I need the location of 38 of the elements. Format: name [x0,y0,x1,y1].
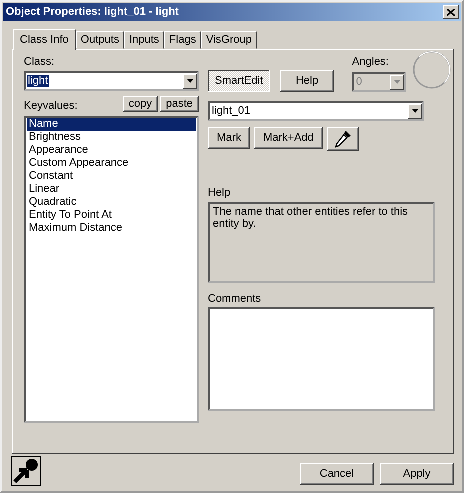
help-text: The name that other entities refer to this entity by. [208,202,435,283]
tab[interactable]: Flags [164,31,202,49]
mark-button[interactable]: Mark+Add [254,127,323,149]
list-item[interactable]: Quadratic [27,196,196,209]
class-label: Class: [24,56,56,68]
smartedit-button[interactable]: SmartEdit [208,70,270,92]
angle-dial-icon[interactable] [412,50,452,90]
list-item[interactable]: Entity To Point At [27,209,196,222]
help-button[interactable]: Help [280,70,334,92]
eyedropper-icon [332,129,353,149]
dialog-button[interactable]: Cancel [300,463,374,485]
eyedropper-button[interactable] [326,127,359,151]
keyvalues-label: Keyvalues: [24,100,78,112]
class-dropdown[interactable]: light [24,71,199,91]
tab[interactable]: VisGroup [201,31,257,49]
list-item[interactable]: Appearance [27,144,196,157]
tab[interactable]: Inputs [124,31,164,49]
list-item[interactable]: Brightness [27,131,196,144]
mark-button[interactable]: Mark [208,127,250,149]
entity-pointer-icon [11,456,41,486]
value-dropdown[interactable]: light_01 [208,101,424,121]
list-item[interactable]: Linear [27,183,196,196]
window-title: Object Properties: light_01 - light [6,6,179,18]
dialog-button[interactable]: Apply [380,463,454,485]
angles-label: Angles: [352,56,390,68]
comments-label: Comments [208,293,262,305]
close-icon [447,8,455,16]
list-item[interactable]: Custom Appearance [27,157,196,170]
list-item[interactable]: Maximum Distance [27,222,196,235]
close-button[interactable] [443,5,459,19]
tab[interactable]: Outputs [76,31,124,49]
list-item[interactable]: Constant [27,170,196,183]
copy-button[interactable]: copy [122,96,158,112]
list-item[interactable]: Name [27,118,196,131]
comments-field[interactable] [208,307,435,411]
tab[interactable]: Class Info [13,29,76,50]
help-label: Help [208,187,232,199]
paste-button[interactable]: paste [160,96,199,112]
